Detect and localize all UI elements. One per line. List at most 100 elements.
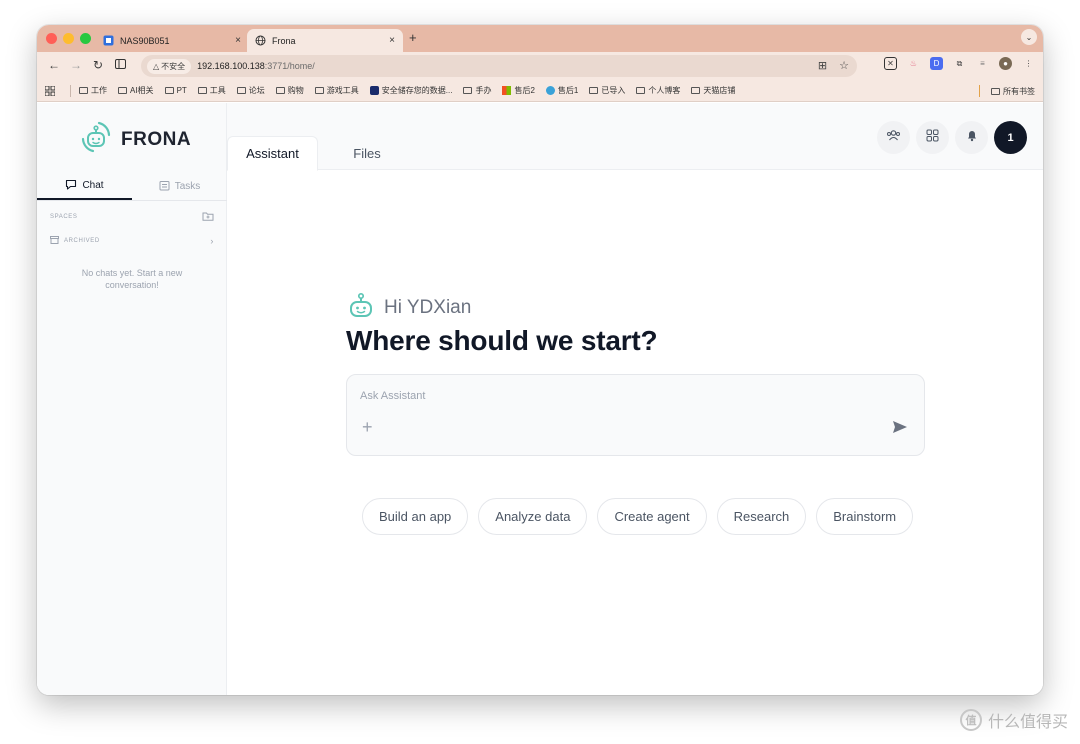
greeting-text: Hi YDXian [384,296,472,318]
archived-section[interactable]: ARCHIVED › [50,236,214,246]
tab-strip: NAS90B051 × Frona × + ⌄ [37,25,1043,52]
close-window-button[interactable] [46,33,57,44]
folder-icon [314,87,324,94]
robot-logo-icon [79,121,113,158]
bookmark-label: 手办 [475,86,492,95]
forward-icon[interactable]: → [65,58,87,72]
security-chip[interactable]: △ 不安全 [147,58,192,74]
suggestion-chips: Build an app Analyze data Create agent R… [362,498,914,535]
tab-chat[interactable]: Chat [37,173,132,200]
bookmark-label: 游戏工具 [326,86,359,95]
suggestion-analyze-data[interactable]: Analyze data [478,498,588,535]
spaces-section: SPACES [50,211,214,223]
apps-grid-icon[interactable] [45,85,55,96]
sidebar: FRONA Chat Tasks SPACES ARCHIVED › No ch… [37,103,227,695]
translate-icon[interactable]: ⊞ [818,59,827,72]
tab-nas[interactable]: NAS90B051 × [95,29,249,52]
new-space-folder-icon[interactable] [202,211,214,223]
bookmark-label: 个人博客 [648,86,681,95]
reading-list-icon[interactable]: ≡ [976,57,989,70]
sidebar-toggle-icon[interactable] [109,58,131,72]
browser-menu-icon[interactable]: ⋮ [1022,57,1035,70]
spaces-label: SPACES [50,214,78,220]
bell-icon [966,129,978,147]
folder-icon [164,87,174,94]
bookmark-folder[interactable]: PT [164,86,187,95]
tab-close-icon[interactable]: × [235,35,241,46]
user-avatar[interactable]: 1 [994,121,1027,154]
watermark-text: 什么值得买 [987,714,1068,731]
extension-3-icon[interactable]: D [930,57,943,70]
bookmark-folder[interactable]: 已导入 [589,85,625,96]
tab-files[interactable]: Files [337,136,397,171]
nav-buttons: ← → ↻ [43,58,131,72]
extension-1-icon[interactable]: ✕ [884,57,897,70]
bookmark-folder[interactable]: 购物 [275,85,304,96]
bookmark-folder[interactable]: 天猫店铺 [691,85,735,96]
bookmark-star-icon[interactable]: ☆ [839,59,849,72]
bookmark-folder[interactable]: 论坛 [236,85,265,96]
folder-icon [636,87,646,94]
suggestion-research[interactable]: Research [716,498,807,535]
brand-name: FRONA [121,128,192,150]
bookmark-folder[interactable]: 手办 [463,85,491,96]
site-watermark: 值 什么值得买 [959,708,1068,732]
bookmark-label: AI相关 [130,86,154,95]
tab-tasks[interactable]: Tasks [132,173,227,200]
suggestion-create-agent[interactable]: Create agent [597,498,707,535]
bookmark-label: 天猫店铺 [703,86,736,95]
tab-frona[interactable]: Frona × [247,29,403,52]
tab-close-icon[interactable]: × [389,35,395,46]
suggestion-build-app[interactable]: Build an app [362,498,469,535]
extensions-puzzle-icon[interactable]: ⧉ [953,57,966,70]
reload-icon[interactable]: ↻ [87,58,109,72]
bookmark-folder[interactable]: 游戏工具 [314,85,359,96]
main-panel: Assistant Files 1 Hi YDXian Where should… [227,103,1043,695]
browser-toolbar: ← → ↻ △ 不安全 192.168.100.138 :3771/home/ … [37,52,1043,80]
folder-icon [991,87,1000,95]
back-icon[interactable]: ← [43,58,65,72]
address-bar[interactable]: △ 不安全 192.168.100.138 :3771/home/ ⊞ ☆ [141,55,857,77]
tab-tasks-label: Tasks [174,181,201,192]
send-icon[interactable] [892,420,908,439]
chevron-right-icon: › [210,236,214,246]
bookmark-link[interactable]: 售后1 [545,85,579,96]
sidebar-tabs: Chat Tasks [37,173,227,201]
tab-title: Frona [272,35,296,46]
bookmark-folder[interactable]: 工作 [79,85,107,96]
extension-icons: ✕ ♨ D ⧉ ≡ ● ⋮ [884,57,1035,70]
composer-input[interactable]: Ask Assistant [360,390,425,402]
bookmark-folder[interactable]: AI相关 [118,85,154,96]
browser-window: NAS90B051 × Frona × + ⌄ ← → ↻ △ 不安全 192.… [37,25,1043,695]
bookmark-link[interactable]: 售后2 [502,85,535,96]
tasks-icon [159,180,170,194]
all-bookmarks-folder[interactable]: 所有书签 [975,85,1035,97]
folder-icon [589,87,599,94]
watermark-logo-icon: 值 [959,709,982,731]
assistant-robot-icon [347,292,375,323]
zoom-window-button[interactable] [80,33,91,44]
notifications-button[interactable] [955,121,988,154]
tab-search-chevron-icon[interactable]: ⌄ [1021,29,1037,45]
minimize-window-button[interactable] [63,33,74,44]
bookmarks-bar: 工作 AI相关 PT 工具 论坛 购物 游戏工具 安全储存您的数据... 手办 … [37,80,1043,102]
brand[interactable]: FRONA [79,121,191,158]
bookmark-label: 已导入 [601,86,626,95]
bookmark-label: 售后1 [557,86,579,95]
bookmark-folder[interactable]: 工具 [197,85,226,96]
attach-plus-icon[interactable]: + [362,417,373,438]
suggestion-brainstorm[interactable]: Brainstorm [816,498,914,535]
tab-assistant[interactable]: Assistant [227,136,318,171]
agents-button[interactable] [877,121,910,154]
message-composer[interactable]: Ask Assistant + [346,374,925,456]
bookmark-link[interactable]: 安全储存您的数据... [369,85,452,96]
bookmark-label: 售后2 [514,86,535,95]
bookmark-folder[interactable]: 个人博客 [636,85,680,96]
url-path: :3771/home/ [264,61,315,71]
new-tab-button[interactable]: + [409,30,417,45]
profile-avatar-icon[interactable]: ● [999,57,1012,70]
folder-icon [197,87,207,94]
extension-2-icon[interactable]: ♨ [907,57,920,70]
screenshot-stage: NAS90B051 × Frona × + ⌄ ← → ↻ △ 不安全 192.… [0,0,1080,744]
apps-button[interactable] [916,121,949,154]
